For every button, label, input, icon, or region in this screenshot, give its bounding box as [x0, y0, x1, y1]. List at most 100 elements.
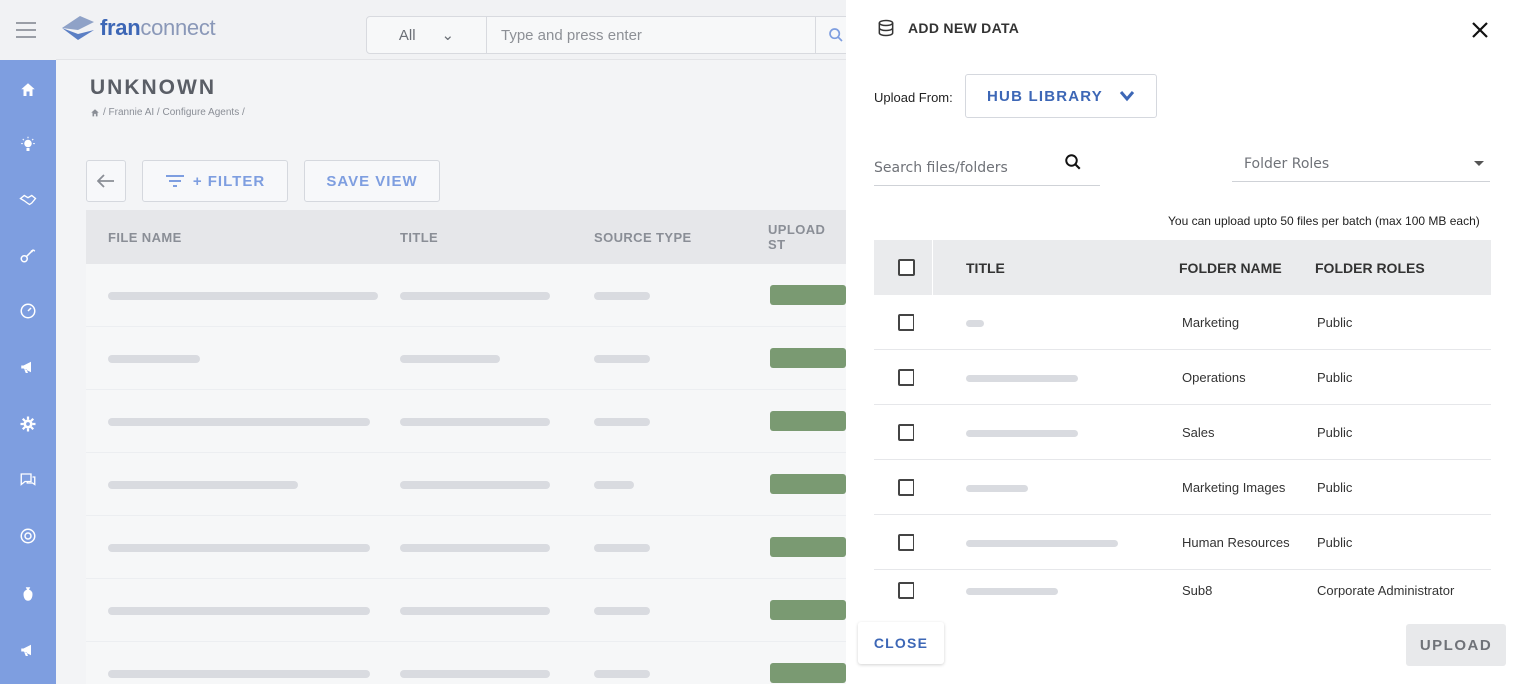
table-row[interactable]: Marketing Public — [874, 295, 1491, 350]
table-row[interactable] — [86, 264, 846, 327]
folder-name-cell: Human Resources — [1182, 534, 1290, 550]
row-checkbox[interactable] — [898, 478, 915, 496]
breadcrumb-path[interactable]: / Frannie AI / Configure Agents / — [103, 107, 245, 118]
folder-roles-cell: Public — [1317, 369, 1353, 385]
folder-roles-cell: Public — [1317, 314, 1353, 330]
table-row[interactable] — [86, 453, 846, 516]
breadcrumb: / Frannie AI / Configure Agents / — [90, 107, 245, 118]
home-icon[interactable] — [90, 108, 100, 118]
page-title: UNKNOWN — [90, 76, 216, 99]
row-checkbox[interactable] — [898, 368, 915, 386]
folder-roles-cell: Public — [1317, 479, 1353, 495]
file-title-cell — [914, 460, 1172, 514]
add-new-data-panel: ADD NEW DATA Upload From: HUB LIBRARY Fo… — [846, 0, 1522, 684]
upload-button[interactable]: UPLOAD — [1406, 624, 1506, 666]
panel-header: ADD NEW DATA — [876, 18, 1019, 38]
file-title-cell — [914, 295, 1172, 349]
table-row[interactable] — [86, 516, 846, 579]
megaphone-icon[interactable] — [16, 638, 40, 662]
support-icon[interactable] — [16, 524, 40, 548]
col-upload-status[interactable]: UPLOAD ST — [768, 222, 846, 252]
back-button[interactable] — [86, 160, 126, 202]
upload-limit-note: You can upload upto 50 files per batch (… — [1168, 214, 1480, 228]
file-title-cell — [914, 570, 1172, 610]
app-window: franconnect All ⌄ Type and press enter U… — [0, 0, 1522, 684]
upload-source-dropdown[interactable]: HUB LIBRARY — [965, 74, 1157, 118]
col-folder-roles[interactable]: FOLDER ROLES — [1315, 240, 1425, 295]
folder-name-cell: Sub8 — [1182, 582, 1213, 598]
table-row[interactable]: Operations Public — [874, 350, 1491, 405]
global-search: All ⌄ Type and press enter — [366, 16, 856, 54]
col-file-name[interactable]: FILE NAME — [108, 230, 182, 245]
table-row[interactable]: Marketing Images Public — [874, 460, 1491, 515]
col-title[interactable]: TITLE — [966, 240, 1005, 295]
lightbulb-icon[interactable] — [16, 133, 40, 157]
left-nav-rail — [0, 60, 56, 684]
panel-footer: CLOSE UPLOAD — [846, 606, 1522, 684]
money-bag-icon[interactable] — [16, 582, 40, 606]
search-files-input[interactable] — [874, 155, 1064, 176]
close-icon[interactable] — [1468, 18, 1492, 42]
row-checkbox[interactable] — [898, 313, 915, 331]
hub-library-table: TITLE FOLDER NAME FOLDER ROLES Marketing… — [874, 240, 1491, 610]
top-bar: franconnect All ⌄ Type and press enter — [56, 0, 856, 60]
chevron-down-icon: ⌄ — [441, 27, 455, 44]
upload-from-label: Upload From: — [874, 90, 953, 105]
search-icon[interactable] — [1064, 153, 1082, 171]
table-row[interactable]: Sub8 Corporate Administrator — [874, 570, 1491, 610]
folder-roles-cell: Public — [1317, 424, 1353, 440]
grid-toolbar: + FILTER SAVE VIEW — [86, 160, 440, 202]
settings-icon[interactable] — [16, 412, 40, 436]
chat-icon[interactable] — [16, 468, 40, 492]
logo-mark-icon — [62, 16, 94, 40]
key-icon[interactable] — [16, 243, 40, 267]
logo-text: franconnect — [100, 15, 216, 40]
handshake-icon[interactable] — [16, 188, 40, 212]
folder-name-cell: Operations — [1182, 369, 1246, 385]
megaphone-icon[interactable] — [16, 355, 40, 379]
global-search-input[interactable]: Type and press enter — [487, 17, 815, 53]
select-all-checkbox[interactable] — [898, 259, 915, 276]
franconnect-logo[interactable]: franconnect — [60, 14, 216, 42]
file-title-cell — [914, 515, 1172, 569]
filter-icon — [165, 175, 184, 187]
database-icon — [878, 19, 894, 37]
panel-title: ADD NEW DATA — [908, 20, 1020, 36]
chevron-down-icon — [1119, 91, 1135, 102]
page-content: UNKNOWN / Frannie AI / Configure Agents … — [56, 60, 846, 684]
table-header: TITLE FOLDER NAME FOLDER ROLES — [874, 240, 1491, 295]
save-view-button[interactable]: SAVE VIEW — [304, 160, 440, 202]
upload-source-value: HUB LIBRARY — [987, 87, 1103, 105]
folder-name-cell: Marketing — [1182, 314, 1240, 330]
folder-name-cell: Sales — [1182, 424, 1215, 440]
folder-roles-select[interactable]: Folder Roles — [1232, 146, 1490, 182]
table-row[interactable] — [86, 390, 846, 453]
table-row[interactable] — [86, 327, 846, 390]
menu-icon[interactable] — [16, 22, 36, 38]
header-divider — [932, 240, 933, 295]
home-icon[interactable] — [16, 78, 40, 102]
row-checkbox[interactable] — [898, 581, 915, 599]
file-title-cell — [914, 350, 1172, 404]
close-button[interactable]: CLOSE — [858, 622, 944, 664]
arrow-left-icon — [97, 174, 114, 188]
folder-roles-cell: Corporate Administrator — [1317, 582, 1455, 598]
file-title-cell — [914, 405, 1172, 459]
gauge-icon[interactable] — [16, 299, 40, 323]
row-checkbox[interactable] — [898, 533, 915, 551]
folder-roles-placeholder: Folder Roles — [1244, 155, 1330, 172]
folder-name-cell: Marketing Images — [1182, 479, 1286, 495]
col-title[interactable]: TITLE — [400, 230, 438, 245]
col-source-type[interactable]: SOURCE TYPE — [594, 230, 692, 245]
search-category-select[interactable]: All ⌄ — [367, 17, 487, 53]
table-row[interactable]: Human Resources Public — [874, 515, 1491, 570]
table-row[interactable]: Sales Public — [874, 405, 1491, 460]
grid-header: FILE NAME TITLE SOURCE TYPE UPLOAD ST — [86, 210, 846, 264]
table-row[interactable] — [86, 579, 846, 642]
caret-down-icon — [1474, 161, 1484, 166]
col-folder-name[interactable]: FOLDER NAME — [1179, 240, 1282, 295]
table-row[interactable] — [86, 642, 846, 684]
folder-roles-cell: Public — [1317, 534, 1353, 550]
row-checkbox[interactable] — [898, 423, 915, 441]
filter-button[interactable]: + FILTER — [142, 160, 288, 202]
